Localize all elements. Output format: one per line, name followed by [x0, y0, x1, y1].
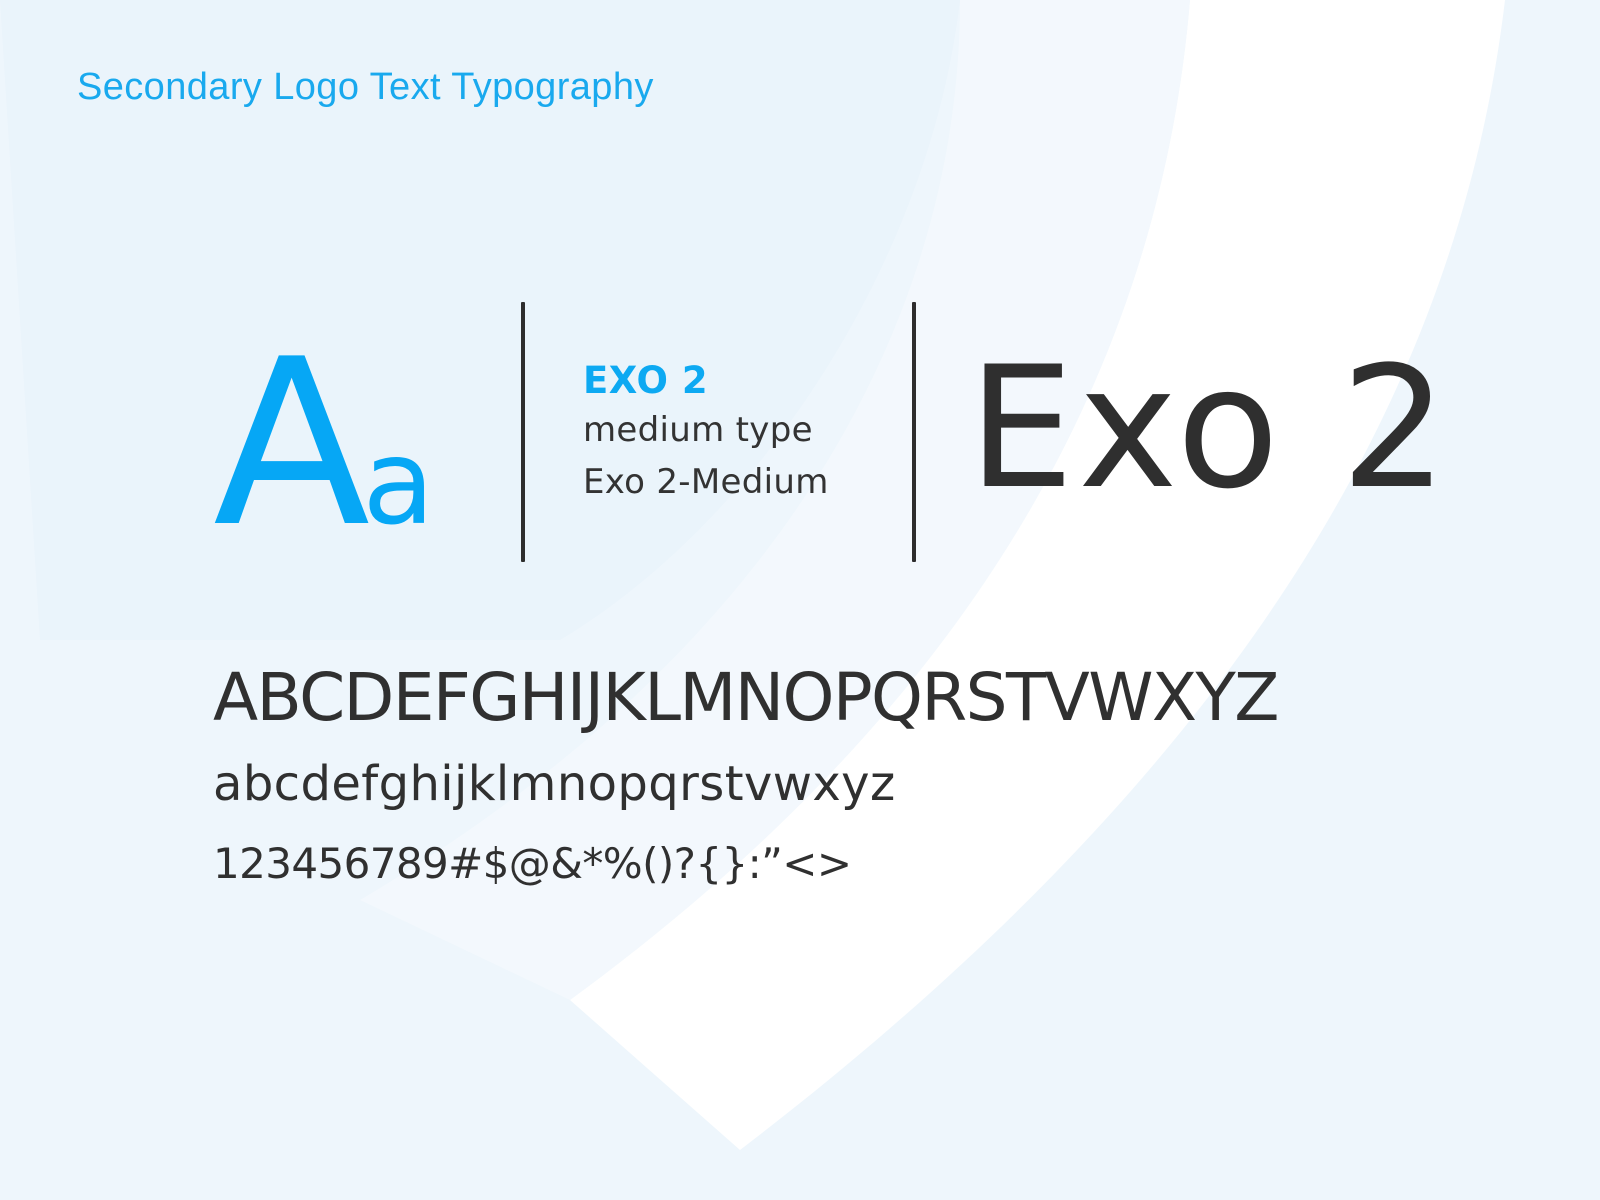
specimen-lowercase: a — [362, 413, 435, 551]
specimen-uppercase: A — [213, 311, 370, 578]
font-display-name: Exo 2 — [968, 330, 1452, 526]
charset-symbols: 123456789#$@&*%()?{}:”<> — [213, 839, 852, 888]
font-info: EXO 2 medium type Exo 2-Medium — [583, 358, 829, 508]
background-swoosh — [0, 0, 1600, 1200]
charset-lowercase: abcdefghijklmnopqrstvwxyz — [213, 756, 896, 812]
page-title: Secondary Logo Text Typography — [77, 66, 654, 108]
charset-uppercase: ABCDEFGHIJKLMNOPQRSTVWXYZ — [213, 659, 1279, 736]
font-name: EXO 2 — [583, 359, 709, 402]
font-file: Exo 2-Medium — [583, 462, 829, 502]
divider-left — [521, 302, 525, 562]
divider-right — [912, 302, 916, 562]
type-specimen: Aa — [213, 330, 435, 560]
font-weight: medium type — [583, 410, 813, 450]
